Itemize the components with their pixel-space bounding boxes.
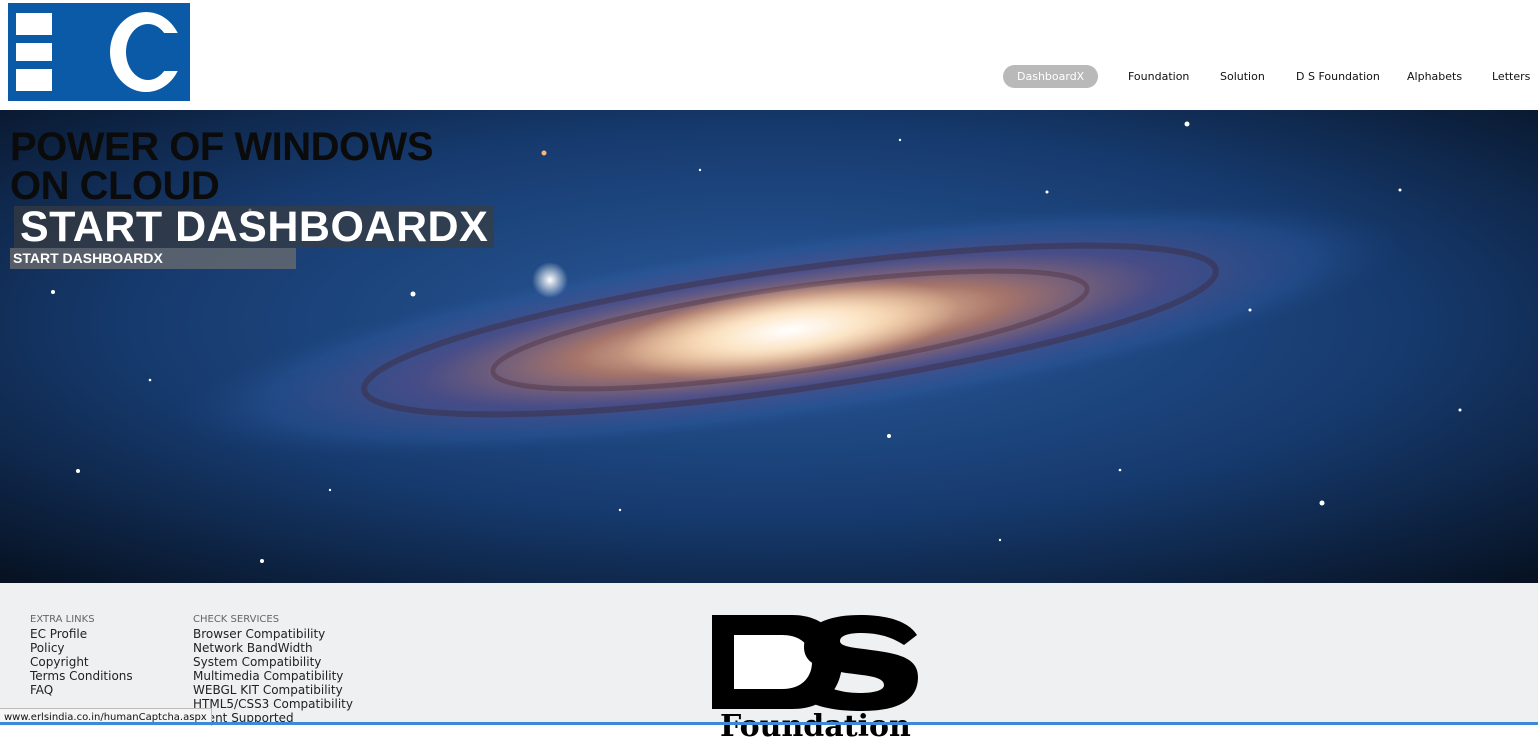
- service-link-network[interactable]: Network BandWidth: [193, 641, 353, 655]
- ds-foundation-subtitle: Foundation: [720, 709, 911, 744]
- nav-alphabets[interactable]: Alphabets: [1407, 65, 1462, 88]
- nav-letters[interactable]: Letters: [1492, 65, 1530, 88]
- start-dashboardx-link[interactable]: START DASHBOARDX: [10, 248, 296, 269]
- service-link-browser[interactable]: Browser Compatibility: [193, 627, 353, 641]
- service-link-multimedia[interactable]: Multimedia Compatibility: [193, 669, 353, 683]
- check-services-title: CHECK SERVICES: [193, 614, 280, 625]
- hero-banner: POWER OF WINDOWS ON CLOUD START DASHBOAR…: [0, 110, 1538, 583]
- nav-ds-foundation[interactable]: D S Foundation: [1296, 65, 1380, 88]
- extra-links-title: EXTRA LINKS: [30, 614, 95, 625]
- footer-link-policy[interactable]: Policy: [30, 641, 133, 655]
- service-link-html5-css3[interactable]: HTML5/CSS3 Compatibility: [193, 697, 353, 711]
- service-link-system[interactable]: System Compatibility: [193, 655, 353, 669]
- main-nav: DashboardX Foundation Solution D S Found…: [0, 65, 1538, 89]
- nav-dashboardx[interactable]: DashboardX: [1003, 65, 1099, 88]
- nav-foundation[interactable]: Foundation: [1128, 65, 1189, 88]
- check-services-column: CHECK SERVICES Browser Compatibility Net…: [193, 613, 353, 725]
- hero-headline-line1: POWER OF WINDOWS: [10, 125, 434, 169]
- footer-link-copyright[interactable]: Copyright: [30, 655, 133, 669]
- extra-links-column: EXTRA LINKS EC Profile Policy Copyright …: [30, 613, 133, 697]
- hero-headline: POWER OF WINDOWS ON CLOUD: [10, 125, 434, 208]
- site-header: DashboardX Foundation Solution D S Found…: [0, 0, 1538, 110]
- footer-link-terms-conditions[interactable]: Terms Conditions: [30, 669, 133, 683]
- footer-link-ec-profile[interactable]: EC Profile: [30, 627, 133, 641]
- start-dashboardx-button[interactable]: START DASHBOARDX: [14, 206, 495, 249]
- footer-link-faq[interactable]: FAQ: [30, 683, 133, 697]
- site-footer: EXTRA LINKS EC Profile Policy Copyright …: [0, 583, 1538, 743]
- ds-foundation-logo: [712, 615, 918, 711]
- service-link-webgl[interactable]: WEBGL KIT Compatibility: [193, 683, 353, 697]
- nav-solution[interactable]: Solution: [1220, 65, 1265, 88]
- hero-headline-line2: ON CLOUD: [10, 164, 220, 208]
